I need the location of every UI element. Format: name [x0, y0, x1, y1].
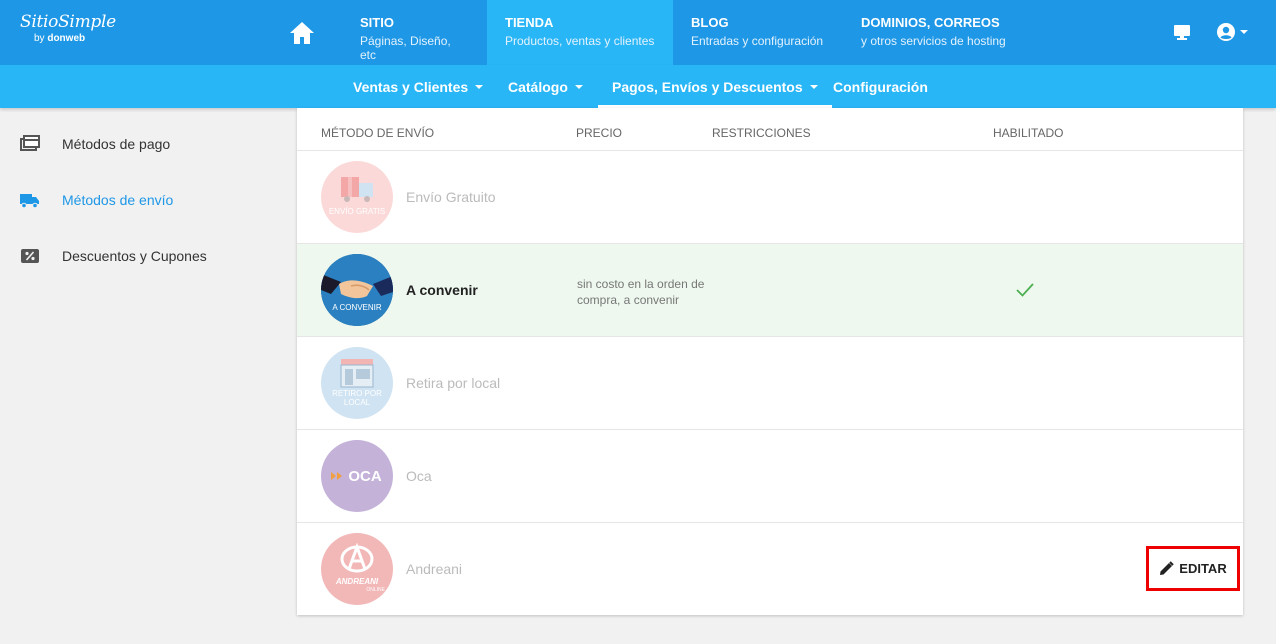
sidebar-item-descuentos-cupones[interactable]: Descuentos y Cupones	[0, 234, 290, 278]
oca-avatar: OCA	[321, 440, 393, 512]
tab-sitio[interactable]: SITIO Páginas, Diseño, etc	[342, 0, 487, 65]
edit-button[interactable]: EDITAR	[1146, 546, 1240, 591]
tab-blog[interactable]: BLOG Entradas y configuración	[673, 0, 843, 65]
subnav-pagos-envios-descuentos[interactable]: Pagos, Envíos y Descuentos	[598, 65, 832, 108]
method-name: Oca	[406, 468, 432, 484]
account-menu[interactable]	[1216, 21, 1248, 43]
gift-truck-icon	[341, 177, 373, 202]
method-name: Andreani	[406, 561, 463, 577]
sidebar-item-metodos-envio[interactable]: Métodos de envío	[0, 178, 290, 222]
subnav-catalogo[interactable]: Catálogo	[494, 65, 597, 108]
truck-icon	[20, 194, 39, 209]
table-row[interactable]: RETIRO POR LOCAL Retira por local	[297, 337, 1243, 430]
sitiosimple-logo[interactable]: SitioSimple by donweb	[20, 12, 116, 44]
table-row[interactable]: A CONVENIR A convenir sin costo en la or…	[297, 244, 1243, 337]
sub-navbar: Ventas y Clientes Catálogo Pagos, Envíos…	[0, 65, 1276, 108]
home-button[interactable]	[271, 0, 333, 65]
subnav-configuracion[interactable]: Configuración	[819, 65, 942, 108]
column-header-method: MÉTODO DE ENVÍO	[321, 126, 435, 140]
chevron-down-icon	[475, 84, 484, 89]
method-price: sin costo en la orden de compra, a conve…	[577, 277, 705, 307]
method-name: A convenir	[406, 282, 478, 298]
storefront-icon	[340, 359, 374, 388]
tab-dominios[interactable]: DOMINIOS, CORREOS y otros servicios de h…	[843, 0, 1033, 65]
table-header: MÉTODO DE ENVÍO PRECIO RESTRICCIONES HAB…	[297, 108, 1243, 151]
monitor-icon[interactable]	[1172, 22, 1192, 42]
percent-tag-icon	[21, 249, 39, 263]
handshake-icon	[321, 254, 393, 326]
a-convenir-avatar: A CONVENIR	[321, 254, 393, 326]
pickup-avatar: RETIRO POR LOCAL	[321, 347, 393, 419]
top-navbar: SitioSimple by donweb SITIO Páginas, Dis…	[0, 0, 1276, 65]
chevron-down-icon	[574, 84, 583, 89]
brand-byline: by donweb	[34, 33, 86, 44]
table-row[interactable]: ENVÍO GRATIS Envío Gratuito	[297, 151, 1243, 244]
method-name: Retira por local	[406, 375, 501, 391]
andreani-avatar: ANDREANI ONLINE	[321, 533, 393, 605]
column-header-restrictions: RESTRICCIONES	[712, 126, 811, 140]
pencil-icon	[1160, 561, 1174, 575]
wallet-icon	[20, 135, 40, 151]
chevron-down-icon	[1240, 30, 1248, 34]
column-header-enabled: HABILITADO	[993, 126, 1064, 140]
column-header-price: PRECIO	[576, 126, 623, 140]
table-row[interactable]: OCA Oca	[297, 430, 1243, 523]
shipping-methods-card: MÉTODO DE ENVÍO PRECIO RESTRICCIONES HAB…	[297, 108, 1243, 615]
user-circle-icon	[1217, 23, 1235, 41]
brand-name: SitioSimple	[20, 12, 116, 32]
table-row[interactable]: ANDREANI ONLINE Andreani	[297, 523, 1243, 615]
sidebar-item-metodos-pago[interactable]: Métodos de pago	[0, 122, 290, 166]
home-icon	[290, 21, 314, 44]
subnav-ventas-clientes[interactable]: Ventas y Clientes	[339, 65, 497, 108]
tab-tienda[interactable]: TIENDA Productos, ventas y clientes	[487, 0, 673, 65]
method-name: Envío Gratuito	[406, 189, 496, 205]
chevron-down-icon	[809, 84, 818, 89]
free-shipping-avatar: ENVÍO GRATIS	[321, 161, 393, 233]
check-icon	[1016, 283, 1034, 297]
